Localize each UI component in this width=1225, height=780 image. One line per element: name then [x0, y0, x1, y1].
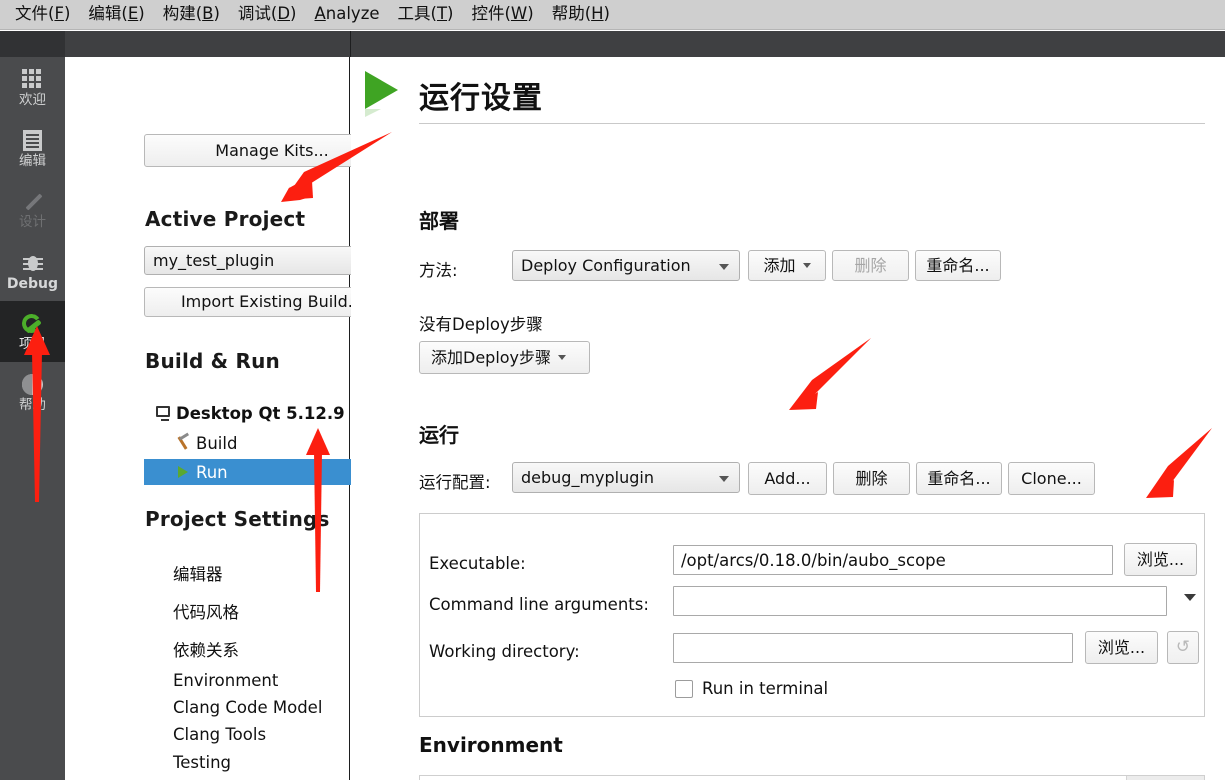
working-directory-label: Working directory:	[429, 642, 580, 661]
run-config-select[interactable]: debug_myplugin	[512, 462, 740, 493]
sidebar-item-debug[interactable]: Debug	[0, 240, 65, 301]
tree-item-kit-label: Desktop Qt 5.12.9 ...	[176, 403, 370, 423]
add-deploy-step-button[interactable]: 添加Deploy步骤	[419, 341, 590, 374]
run-settings-pane: 运行设置 部署 方法: Deploy Configuration 添加 删除 重…	[351, 57, 1225, 780]
run-rename-button[interactable]: 重命名...	[916, 462, 1002, 495]
bug-icon	[21, 250, 45, 274]
active-project-value: my_test_plugin	[153, 251, 275, 270]
chevron-down-icon	[719, 475, 729, 482]
pencil-icon	[21, 189, 45, 213]
environment-summary-bar: 使用 Build Environment 详情	[419, 775, 1205, 780]
toolbar-band-left	[0, 31, 65, 57]
run-config-value: debug_myplugin	[521, 468, 654, 487]
run-clone-button[interactable]: Clone...	[1008, 462, 1095, 495]
run-delete-button[interactable]: 删除	[833, 462, 910, 495]
qt-creator-window: 文件(F) 编辑(E) 构建(B) 调试(D) Analyze 工具(T) 控件…	[0, 0, 1225, 780]
deploy-method-label: 方法:	[419, 261, 458, 280]
deploy-heading: 部署	[419, 209, 459, 233]
sidebar-item-welcome[interactable]: 欢迎	[0, 57, 65, 118]
document-icon	[21, 128, 45, 152]
no-deploy-steps-text: 没有Deploy步骤	[419, 315, 543, 334]
toolbar-band	[0, 31, 1225, 57]
command-line-arguments-input[interactable]	[673, 586, 1167, 616]
settings-item-clang-code-model[interactable]: Clang Code Model	[173, 699, 322, 717]
mode-selector-sidebar: 欢迎 编辑 设计 Debug 项目 帮助	[0, 57, 65, 780]
tree-item-build-label: Build	[196, 433, 238, 453]
reset-icon: ↺	[1167, 631, 1199, 664]
run-in-terminal-label: Run in terminal	[702, 679, 829, 698]
menu-debug[interactable]: 调试(D)	[229, 3, 306, 26]
menu-analyze[interactable]: Analyze	[305, 3, 388, 26]
command-line-arguments-label: Command line arguments:	[429, 595, 649, 614]
run-config-label: 运行配置:	[419, 473, 491, 492]
deploy-add-label: 添加	[763, 255, 796, 275]
settings-item-environment[interactable]: Environment	[173, 672, 278, 690]
run-in-terminal-checkbox[interactable]	[675, 680, 693, 698]
menu-edit[interactable]: 编辑(E)	[79, 3, 153, 26]
monitor-icon	[156, 406, 170, 421]
executable-browse-button[interactable]: 浏览...	[1124, 543, 1197, 576]
chevron-down-icon	[558, 355, 567, 360]
chevron-down-icon[interactable]	[1184, 594, 1196, 601]
working-directory-browse-button[interactable]: 浏览...	[1085, 631, 1158, 664]
add-deploy-step-label: 添加Deploy步骤	[431, 347, 552, 367]
settings-item-testing[interactable]: Testing	[173, 754, 231, 772]
deploy-delete-button: 删除	[832, 250, 909, 281]
projects-panel: Manage Kits... Active Project my_test_pl…	[65, 57, 400, 780]
run-settings-play-icon	[365, 71, 407, 117]
settings-item-code-style[interactable]: 代码风格	[173, 604, 239, 622]
settings-item-editor[interactable]: 编辑器	[173, 566, 223, 584]
build-run-heading: Build & Run	[145, 349, 280, 373]
hammer-icon	[177, 434, 191, 450]
deploy-add-button[interactable]: 添加	[748, 250, 826, 281]
project-settings-heading: Project Settings	[145, 507, 330, 531]
menu-bar: 文件(F) 编辑(E) 构建(B) 调试(D) Analyze 工具(T) 控件…	[0, 0, 1225, 30]
page-title: 运行设置	[419, 81, 543, 116]
sidebar-item-help[interactable]: 帮助	[0, 362, 65, 423]
help-circle-icon	[21, 372, 45, 396]
active-project-heading: Active Project	[145, 207, 306, 231]
menu-file[interactable]: 文件(F)	[6, 3, 79, 26]
executable-label: Executable:	[429, 554, 526, 573]
environment-heading: Environment	[419, 733, 563, 757]
sidebar-label-edit: 编辑	[19, 153, 46, 170]
tree-item-run-label: Run	[196, 462, 228, 482]
working-directory-input[interactable]	[673, 633, 1073, 663]
chevron-down-icon	[802, 263, 811, 268]
environment-details-button[interactable]: 详情	[1126, 776, 1204, 780]
run-config-groupbox: Executable: /opt/arcs/0.18.0/bin/aubo_sc…	[419, 513, 1205, 717]
menu-tools[interactable]: 工具(T)	[389, 3, 463, 26]
menu-build[interactable]: 构建(B)	[154, 3, 229, 26]
wrench-icon	[21, 311, 45, 335]
chevron-down-icon	[719, 263, 729, 270]
executable-input[interactable]: /opt/arcs/0.18.0/bin/aubo_scope	[673, 545, 1113, 575]
toolbar-band-divider	[350, 31, 351, 57]
sidebar-label-design: 设计	[19, 214, 46, 231]
deploy-method-value: Deploy Configuration	[521, 256, 691, 275]
settings-item-clang-tools[interactable]: Clang Tools	[173, 726, 266, 744]
run-add-button[interactable]: Add...	[748, 462, 827, 495]
sidebar-item-edit[interactable]: 编辑	[0, 118, 65, 179]
sidebar-label-welcome: 欢迎	[19, 92, 46, 109]
menu-help[interactable]: 帮助(H)	[543, 3, 619, 26]
title-divider	[419, 123, 1205, 124]
sidebar-item-projects[interactable]: 项目	[0, 301, 65, 362]
sidebar-label-debug: Debug	[6, 276, 59, 292]
menu-widgets[interactable]: 控件(W)	[462, 3, 542, 26]
sidebar-label-projects: 项目	[19, 336, 46, 353]
deploy-method-select[interactable]: Deploy Configuration	[512, 250, 740, 281]
grid-icon	[21, 67, 45, 91]
play-icon	[178, 466, 188, 478]
deploy-rename-button[interactable]: 重命名...	[915, 250, 1001, 281]
run-heading: 运行	[419, 423, 459, 447]
settings-item-dependencies[interactable]: 依赖关系	[173, 642, 239, 660]
sidebar-item-design: 设计	[0, 179, 65, 240]
sidebar-label-help: 帮助	[19, 397, 46, 414]
